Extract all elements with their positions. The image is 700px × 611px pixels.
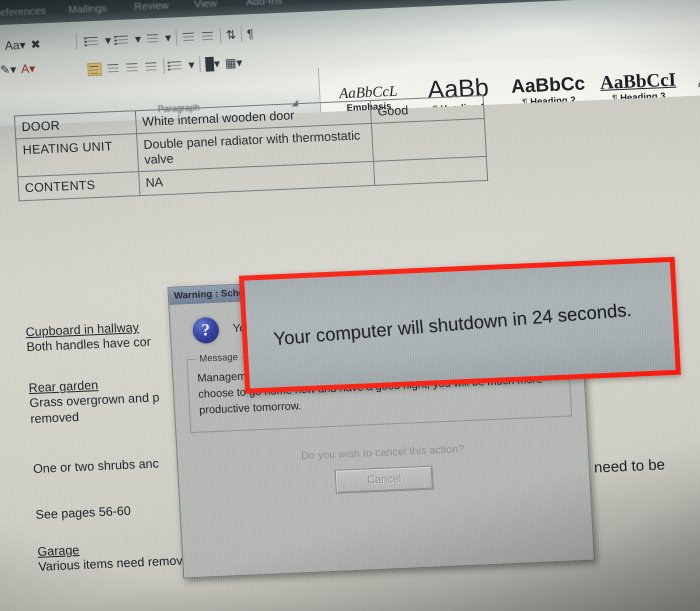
monitor-screen: 9 Picol Drive.doc [Compatibility Mode] R… xyxy=(0,0,700,611)
sort-icon[interactable]: ⇅ xyxy=(226,28,237,42)
toolbar-divider xyxy=(163,57,165,74)
paragraph-toolbar-row-1: ▾ ▾ ▾ ⇅ ¶ xyxy=(86,26,254,49)
font-toolbar-row: A▾ a▾ Aa▾ ✖ xyxy=(0,37,41,54)
align-center-icon[interactable] xyxy=(106,61,121,75)
document-page: DOOR White internal wooden door Good HEA… xyxy=(0,92,700,611)
tab-add-ins[interactable]: Add-Ins xyxy=(246,0,283,8)
font-color-icon[interactable]: A▾ xyxy=(21,62,36,77)
multilevel-list-icon[interactable] xyxy=(146,32,161,46)
style-sample: AaBbCc xyxy=(510,73,586,98)
tab-view[interactable]: View xyxy=(194,0,217,11)
decrease-indent-icon[interactable] xyxy=(182,30,197,44)
style-sample: AaBbCcI xyxy=(599,69,677,94)
font-toolbar-row-2: x₂ x² ✎▾ A▾ xyxy=(0,62,36,79)
note-rear-garden: Rear garden Grass overgrown and p remove… xyxy=(28,375,160,427)
shading-icon[interactable]: █▾ xyxy=(205,56,220,71)
change-case-icon[interactable]: Aa▾ xyxy=(5,38,26,53)
note-shrubs: One or two shrubs anc xyxy=(32,456,160,476)
photograph-of-monitor: 9 Picol Drive.doc [Compatibility Mode] R… xyxy=(0,0,700,611)
clear-formatting-icon[interactable]: ✖ xyxy=(30,37,41,51)
cancel-button[interactable]: Cancel xyxy=(334,465,434,494)
toolbar-divider xyxy=(175,29,178,46)
text-highlight-icon[interactable]: ✎▾ xyxy=(0,62,17,77)
note-see-pages: See pages 56-60 xyxy=(35,503,132,522)
show-marks-icon[interactable]: ¶ xyxy=(247,27,254,41)
question-mark-icon: ? xyxy=(192,316,220,344)
zoom-callout-text: Your computer will shutdown in 24 second… xyxy=(272,298,633,350)
tab-references[interactable]: References xyxy=(0,5,46,19)
increase-indent-icon[interactable] xyxy=(201,29,216,43)
toolbar-divider xyxy=(219,27,222,44)
table-cell-condition xyxy=(373,156,488,185)
note-garage: Garage Various items need removing xyxy=(37,538,199,575)
align-right-icon[interactable] xyxy=(125,61,140,75)
note-body: Grass overgrown and p removed xyxy=(29,390,160,427)
line-spacing-icon[interactable] xyxy=(169,59,184,73)
bullets-icon[interactable] xyxy=(86,34,101,48)
zoom-callout-box: Your computer will shutdown in 24 second… xyxy=(238,256,681,394)
message-groupbox-legend: Message xyxy=(199,351,239,365)
borders-icon[interactable]: ▦▾ xyxy=(225,56,243,71)
note-cupboard: Cupboard in hallway Both handles have co… xyxy=(25,320,151,356)
table-cell-condition xyxy=(371,118,487,162)
tab-review[interactable]: Review xyxy=(134,0,169,13)
justify-icon[interactable] xyxy=(144,60,159,74)
align-left-icon[interactable] xyxy=(87,62,102,76)
toolbar-divider xyxy=(240,26,243,43)
tab-mailings[interactable]: Mailings xyxy=(68,2,107,16)
table-cell-key: HEATING UNIT xyxy=(15,134,139,178)
dialog-button-row: Cancel xyxy=(179,459,590,501)
numbering-icon[interactable] xyxy=(116,33,131,47)
table-cell-key: CONTENTS xyxy=(17,171,140,201)
paragraph-toolbar-row-2: ▾ █▾ ▦▾ xyxy=(87,55,243,78)
toolbar-divider xyxy=(199,56,201,73)
toolbar-divider xyxy=(75,33,78,50)
document-right-fragment: ill need to be xyxy=(579,456,666,478)
